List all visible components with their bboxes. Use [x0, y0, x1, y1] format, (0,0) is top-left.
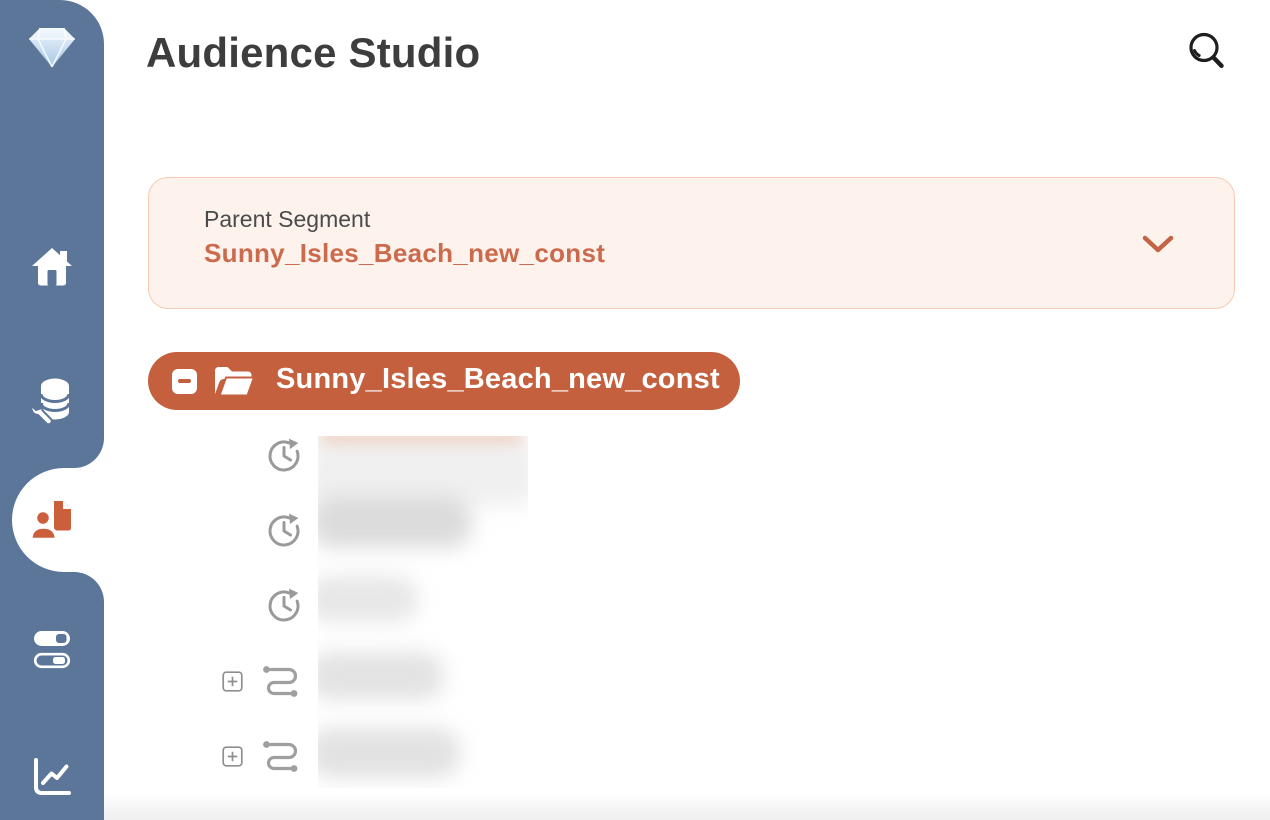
plus-square-icon — [222, 746, 243, 767]
expand-plus-button[interactable] — [222, 746, 243, 767]
tree-node-row[interactable] — [222, 659, 302, 703]
active-nav-notch-bottom — [74, 572, 104, 602]
open-folder-icon — [213, 365, 255, 398]
parent-segment-label: Parent Segment — [204, 206, 370, 233]
segment-tree-root-label: Sunny_Isles_Beach_new_const — [276, 363, 720, 399]
plus-square-icon — [222, 671, 243, 692]
redacted-tree-labels — [318, 436, 528, 788]
bottom-edge-fade — [104, 794, 1270, 820]
parent-segment-value: Sunny_Isles_Beach_new_const — [204, 238, 605, 269]
history-clock-icon — [265, 587, 303, 625]
search-icon — [1183, 28, 1233, 78]
chevron-down-icon[interactable] — [1141, 235, 1175, 260]
sidebar-item-data-management[interactable] — [0, 374, 104, 426]
toggles-icon — [33, 630, 71, 670]
audience-studio-screen: Audience Studio Parent Segment Sunny_Isl… — [0, 0, 1270, 820]
tree-node-row[interactable] — [222, 509, 303, 553]
gem-logo-icon[interactable] — [0, 24, 104, 70]
tree-node-row[interactable] — [222, 434, 303, 478]
line-chart-icon — [31, 756, 73, 798]
audience-person-file-icon — [29, 498, 73, 542]
sidebar-item-home[interactable] — [0, 246, 104, 288]
page-title: Audience Studio — [146, 30, 480, 76]
collapse-minus-icon[interactable] — [172, 369, 197, 394]
expand-plus-button[interactable] — [222, 671, 243, 692]
tree-node-row[interactable] — [222, 584, 303, 628]
sidebar-item-analytics[interactable] — [0, 756, 104, 798]
sidebar-item-audience-studio[interactable] — [29, 498, 73, 547]
sidebar-nav — [0, 0, 104, 820]
history-clock-icon — [265, 512, 303, 550]
tree-node-row[interactable] — [222, 734, 302, 778]
home-icon — [30, 246, 74, 288]
parent-segment-dropdown[interactable]: Parent Segment Sunny_Isles_Beach_new_con… — [148, 177, 1235, 309]
search-button[interactable] — [1183, 28, 1233, 78]
active-nav-notch-top — [74, 438, 104, 468]
database-tools-icon — [29, 374, 75, 426]
segment-tree-root-node[interactable]: Sunny_Isles_Beach_new_const — [148, 352, 740, 410]
route-icon — [262, 662, 302, 700]
route-icon — [262, 737, 302, 775]
history-clock-icon — [265, 437, 303, 475]
sidebar-item-controls[interactable] — [0, 630, 104, 670]
